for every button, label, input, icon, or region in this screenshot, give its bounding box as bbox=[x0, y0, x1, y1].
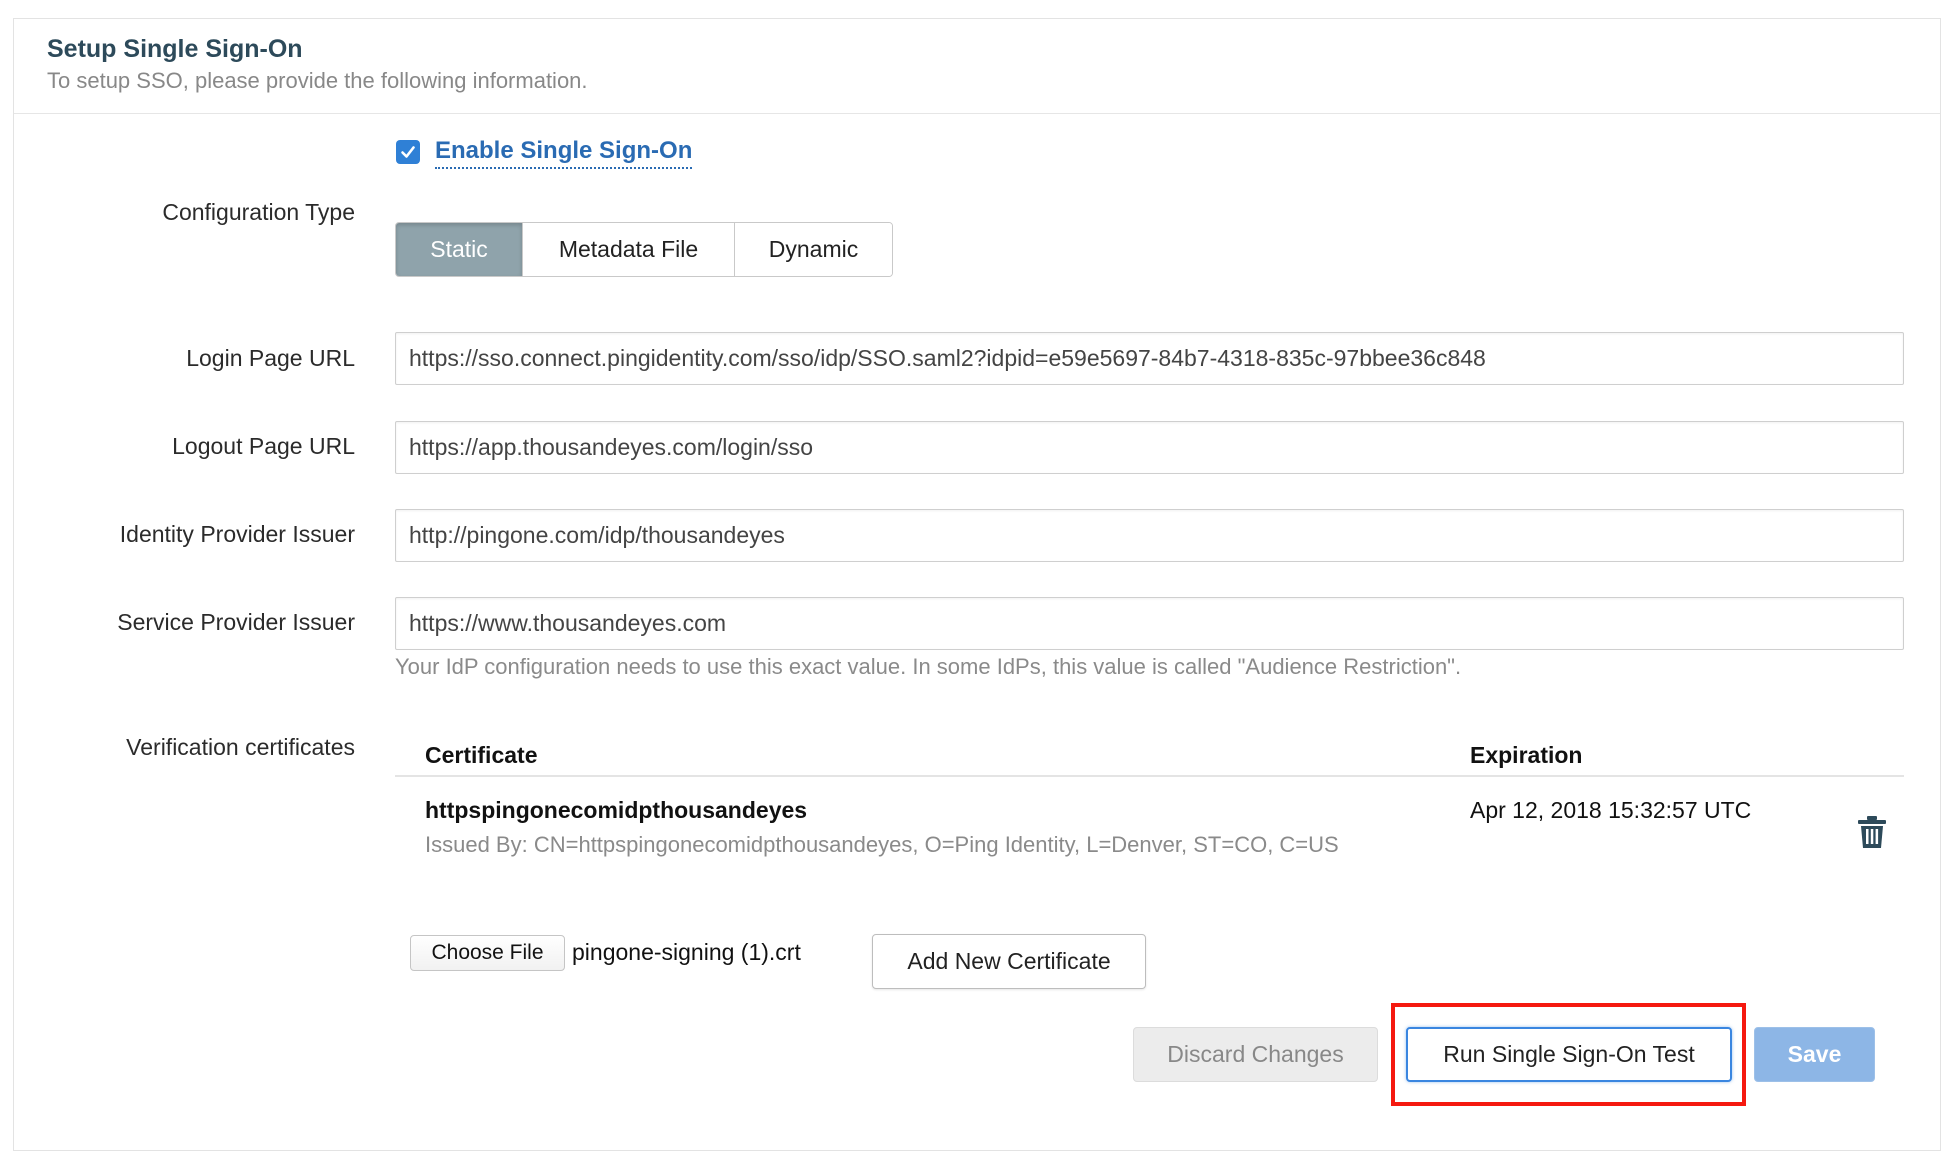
idp-issuer-label: Identity Provider Issuer bbox=[119, 521, 355, 547]
save-button[interactable]: Save bbox=[1754, 1027, 1875, 1082]
logout-url-input[interactable] bbox=[395, 421, 1904, 474]
sp-issuer-input[interactable] bbox=[395, 597, 1904, 650]
panel-header: Setup Single Sign-On To setup SSO, pleas… bbox=[14, 19, 1940, 114]
config-type-static[interactable]: Static bbox=[396, 223, 523, 276]
enable-sso-label[interactable]: Enable Single Sign-On bbox=[435, 136, 693, 169]
checkmark-icon bbox=[401, 146, 415, 158]
enable-sso-checkbox[interactable] bbox=[396, 140, 420, 164]
page-subtitle: To setup SSO, please provide the followi… bbox=[47, 68, 588, 93]
logout-url-label: Logout Page URL bbox=[172, 433, 355, 459]
certificate-name: httpspingonecomidpthousandeyes bbox=[425, 797, 808, 823]
idp-issuer-input[interactable] bbox=[395, 509, 1904, 562]
config-type-label: Configuration Type bbox=[162, 199, 355, 225]
add-certificate-button[interactable]: Add New Certificate bbox=[872, 934, 1146, 989]
certificate-issuer: Issued By: CN=httpspingonecomidpthousand… bbox=[425, 832, 1339, 857]
config-type-dynamic[interactable]: Dynamic bbox=[735, 223, 892, 276]
choose-file-button[interactable]: Choose File bbox=[410, 935, 565, 971]
config-type-selector: Static Metadata File Dynamic bbox=[395, 222, 893, 277]
certificate-column-header: Certificate bbox=[425, 742, 538, 768]
login-url-label: Login Page URL bbox=[186, 345, 355, 371]
sp-issuer-label: Service Provider Issuer bbox=[117, 609, 355, 635]
certificates-label: Verification certificates bbox=[126, 734, 355, 760]
certificate-expiration: Apr 12, 2018 15:32:57 UTC bbox=[1470, 797, 1752, 823]
selected-file-name: pingone-signing (1).crt bbox=[572, 939, 801, 965]
sp-issuer-help: Your IdP configuration needs to use this… bbox=[395, 654, 1462, 679]
page-title: Setup Single Sign-On bbox=[47, 35, 303, 63]
run-sso-test-button[interactable]: Run Single Sign-On Test bbox=[1406, 1027, 1732, 1082]
expiration-column-header: Expiration bbox=[1470, 742, 1583, 768]
discard-changes-button[interactable]: Discard Changes bbox=[1133, 1027, 1378, 1082]
trash-icon[interactable] bbox=[1857, 815, 1887, 849]
login-url-input[interactable] bbox=[395, 332, 1904, 385]
config-type-metadata-file[interactable]: Metadata File bbox=[523, 223, 735, 276]
table-divider bbox=[395, 775, 1904, 777]
